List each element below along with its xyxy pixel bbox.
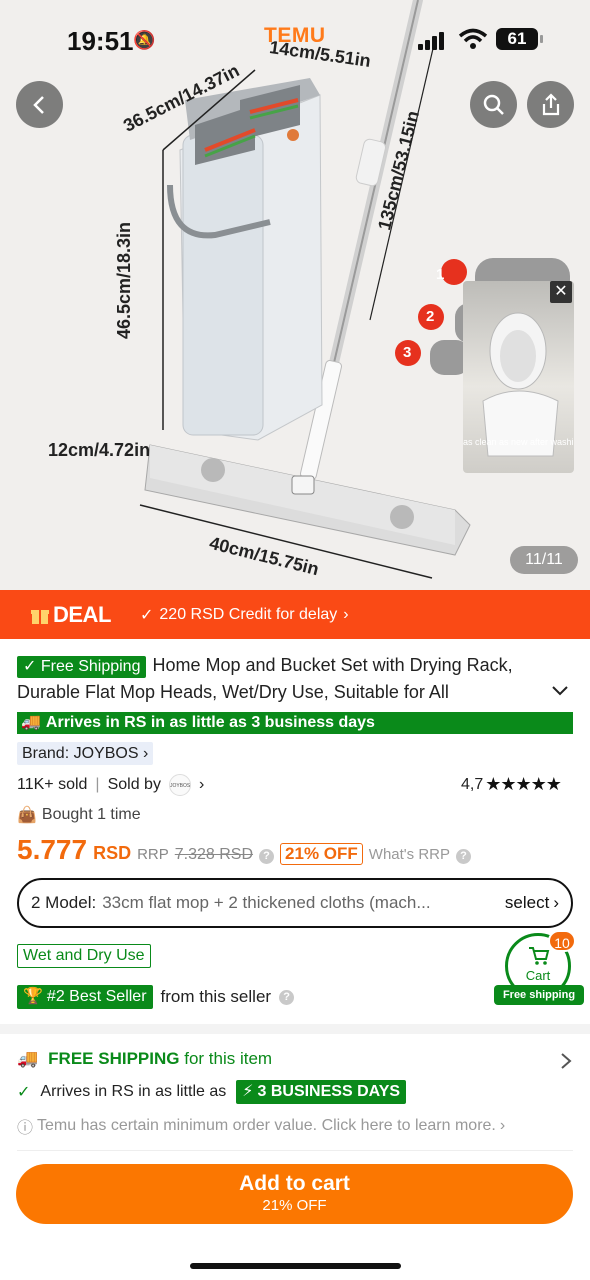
rating[interactable]: 4,7 ★★★★★ — [461, 774, 562, 795]
add-to-cart-discount: 21% OFF — [262, 1197, 327, 1214]
help-icon[interactable]: ? — [279, 989, 295, 1005]
sold-count: 11K+ sold — [17, 776, 88, 793]
rating-value: 4,7 — [461, 775, 484, 793]
from-seller-text: from this seller — [160, 987, 272, 1006]
gift-icon — [31, 610, 49, 624]
rrp-value: 7.328 RSD — [174, 846, 254, 863]
free-shipping-tag: ✓ Free Shipping — [17, 656, 147, 678]
business-days-badge: ⚡ 3 BUSINESS DAYS — [236, 1080, 407, 1104]
cart-count-badge: 10 — [548, 930, 576, 952]
step-1-label: 1 — [436, 266, 445, 283]
price: 5.777 — [17, 834, 88, 865]
business-days-text: 3 BUSINESS DAYS — [257, 1083, 401, 1100]
credit-link[interactable]: ✓ 220 RSD Credit for delay › — [140, 605, 349, 625]
price-row: 5.777 RSD RRP 7.328 RSD ? 21% OFF What's… — [17, 834, 471, 866]
add-to-cart-label: Add to cart — [239, 1172, 350, 1195]
separator — [17, 1150, 573, 1151]
free-shipping-bold: FREE SHIPPING — [48, 1049, 180, 1068]
dim-width: 12cm/4.72in — [48, 440, 151, 460]
section-divider — [0, 1024, 590, 1034]
chevron-down-icon[interactable] — [550, 684, 570, 698]
image-counter: 11/11 — [510, 546, 578, 574]
sales-row: 11K+ sold | Sold by JOYBOS › — [17, 774, 204, 796]
check-icon: ✓ — [17, 1084, 31, 1101]
search-button[interactable] — [470, 81, 517, 128]
bought-text: Bought 1 time — [41, 806, 141, 823]
shipping-arrival: ✓ Arrives in RS in as little as ⚡ 3 BUSIN… — [17, 1080, 407, 1104]
battery-icon: 61 — [496, 28, 543, 50]
truck-icon: 🚚 — [17, 1049, 39, 1068]
product-title: ✓ Free Shipping Home Mop and Bucket Set w… — [17, 652, 577, 706]
shipping-header[interactable]: 🚚 FREE SHIPPING for this item — [17, 1049, 272, 1069]
signal-icon — [418, 30, 448, 50]
home-indicator[interactable] — [190, 1263, 401, 1269]
deal-text: DEAL — [53, 602, 111, 627]
seller-logo[interactable]: JOYBOS — [168, 774, 191, 796]
model-value: 33cm flat mop + 2 thickened cloths (mach… — [102, 893, 431, 912]
rrp-label: RRP — [137, 846, 169, 863]
deal-banner[interactable]: DEAL ✓ 220 RSD Credit for delay › — [0, 590, 590, 639]
chevron-left-icon — [32, 95, 44, 114]
chevron-right-icon: › — [499, 1117, 506, 1134]
min-order-notice[interactable]: ⓘ Temu has certain minimum order value. … — [17, 1114, 505, 1138]
feature-tag: Wet and Dry Use — [17, 944, 151, 968]
status-bar: 19:51 🔕 TEMU 61 — [0, 22, 590, 62]
free-shipping-tag-label: Free Shipping — [40, 658, 141, 675]
lightning-icon: ⚡ — [242, 1083, 254, 1100]
bag-icon: 👜 — [17, 807, 37, 824]
best-seller-text: #2 Best Seller — [46, 988, 147, 1005]
step-2-label: 2 — [426, 308, 435, 325]
chevron-right-icon: › — [343, 606, 349, 623]
app-brand: TEMU — [264, 24, 326, 47]
trophy-icon: 🏆 — [23, 988, 43, 1005]
model-selector[interactable]: 2 Model: 33cm flat mop + 2 thickened clo… — [17, 878, 573, 928]
discount-badge: 21% OFF — [280, 843, 363, 865]
dim-height: 46.5cm/18.3in — [114, 221, 135, 340]
best-seller-badge: 🏆 #2 Best Seller — [17, 985, 153, 1009]
search-icon — [483, 94, 504, 115]
info-icon: ⓘ — [17, 1120, 34, 1137]
shipping-rest: for this item — [184, 1049, 273, 1068]
help-icon[interactable]: ? — [259, 849, 275, 864]
add-to-cart-button[interactable]: Add to cart 21% OFF — [16, 1164, 573, 1224]
truck-icon: 🚚 — [21, 714, 41, 731]
brand-chip[interactable]: Brand: JOYBOS › — [17, 742, 154, 765]
star-rating-icon: ★★★★★ — [485, 774, 562, 794]
arrival-text: Arrives in RS in as little as 3 business… — [45, 714, 375, 731]
chevron-right-icon: › — [553, 893, 559, 912]
help-icon[interactable]: ? — [456, 849, 471, 864]
free-shipping-pill: Free shipping — [494, 985, 584, 1005]
chevron-right-icon[interactable] — [560, 1052, 572, 1070]
wifi-icon — [458, 28, 488, 49]
cart-label: Cart — [525, 968, 551, 983]
model-label: 2 Model: — [31, 893, 97, 912]
share-icon — [542, 92, 559, 115]
check-icon: ✓ — [140, 607, 154, 624]
arrival-banner: 🚚 Arrives in RS in as little as 3 busine… — [17, 712, 573, 734]
credit-text: 220 RSD Credit for delay — [159, 606, 338, 623]
notice-text: Temu has certain minimum order value. Cl… — [37, 1117, 496, 1134]
cart-icon — [529, 947, 550, 965]
video-caption: as clean as new after washi — [463, 437, 574, 447]
deal-label: DEAL — [30, 602, 111, 628]
best-seller-row: 🏆 #2 Best Seller from this seller ? — [17, 985, 295, 1009]
price-currency: RSD — [93, 843, 132, 863]
whats-rrp-link[interactable]: What's RRP — [369, 846, 450, 863]
shipping-arrival-text: Arrives in RS in as little as — [40, 1083, 227, 1100]
close-video-button[interactable]: ✕ — [550, 281, 572, 303]
select-button[interactable]: select › — [505, 893, 559, 913]
brand-text: Brand: JOYBOS — [22, 745, 139, 762]
clock: 19:51 — [67, 26, 134, 56]
back-button[interactable] — [16, 81, 63, 128]
video-preview[interactable]: as clean as new after washi ✕ — [463, 281, 574, 473]
sold-by-label: Sold by — [107, 776, 161, 793]
share-button[interactable] — [527, 81, 574, 128]
select-label: select — [504, 893, 550, 912]
bought-row: 👜 Bought 1 time — [17, 805, 141, 825]
chevron-right-icon[interactable]: › — [199, 776, 204, 794]
bell-muted-icon: 🔕 — [133, 30, 156, 50]
step-3-label: 3 — [403, 344, 412, 361]
